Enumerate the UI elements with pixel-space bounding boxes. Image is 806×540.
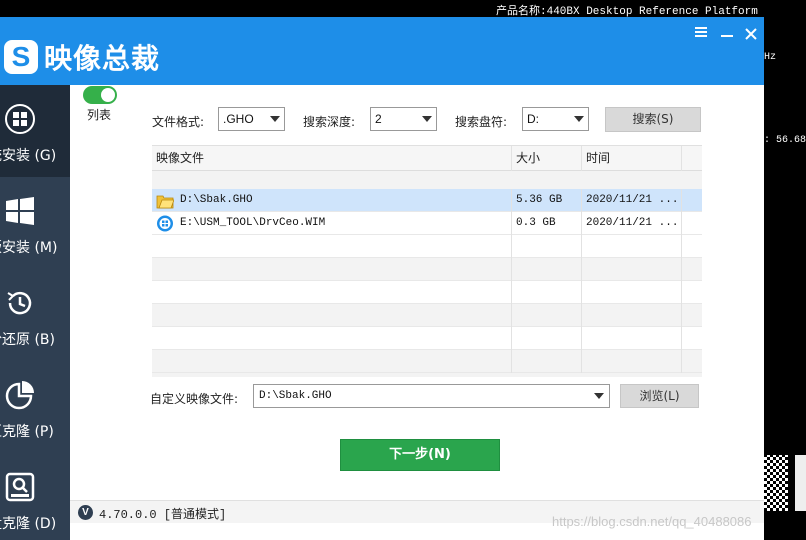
- logo-s-icon: S: [4, 40, 38, 74]
- minimize-icon[interactable]: [716, 25, 738, 44]
- windows-tiles-icon: [6, 197, 34, 225]
- watermark-text: https://blog.csdn.net/qq_40488086: [552, 514, 752, 529]
- depth-select[interactable]: 2: [370, 107, 437, 131]
- drive-select[interactable]: D:: [522, 107, 589, 131]
- column-header-time[interactable]: 时间: [582, 146, 682, 171]
- wim-file-icon: [157, 215, 173, 232]
- list-view-toggle[interactable]: [83, 86, 117, 104]
- next-step-button[interactable]: 下一步(N): [340, 439, 500, 471]
- desktop-ghz-text: Hz: [764, 52, 777, 63]
- desktop-product-text: 产品名称:440BX Desktop Reference Platform: [496, 6, 758, 18]
- sidebar-item-disk-clone[interactable]: 盘克隆 (D): [0, 453, 70, 540]
- sidebar-item-backup-restore[interactable]: 份还原 (B): [0, 269, 70, 361]
- format-select[interactable]: .GHO: [218, 107, 285, 131]
- chevron-down-icon: [594, 393, 604, 399]
- browse-button[interactable]: 浏览(L): [620, 384, 699, 408]
- sidebar-item-label: 盘克隆 (D): [0, 516, 57, 532]
- sidebar-item-original-install[interactable]: 版安装 (M): [0, 177, 70, 269]
- sidebar-item-system-install[interactable]: 统安装 (G): [0, 85, 70, 177]
- title-bar: S 映像总裁: [0, 17, 764, 85]
- version-icon: V: [78, 505, 93, 520]
- sidebar-item-label: 版安装 (M): [0, 240, 58, 256]
- sidebar-item-label: 区克隆 (P): [0, 424, 54, 440]
- table-row[interactable]: D:\Sbak.GHO 5.36 GB 2020/11/21 ...: [152, 189, 702, 212]
- table-row-empty: [152, 235, 702, 258]
- version-text: 4.70.0.0 [普通模式]: [99, 508, 227, 522]
- row-file: E:\USM_TOOL\DrvCeo.WIM: [176, 212, 512, 235]
- windows-logo-circle-icon: [5, 104, 35, 134]
- toggle-knob: [101, 88, 115, 102]
- row-file: D:\Sbak.GHO: [176, 189, 512, 212]
- restore-clock-icon: [7, 291, 32, 315]
- sidebar: 统安装 (G) 版安装 (M) 份还原 (B) 区克隆 (P): [0, 85, 70, 540]
- table-row-empty: [152, 258, 702, 281]
- row-size: 0.3 GB: [512, 212, 582, 235]
- ghost-file-icon: [156, 195, 174, 209]
- qr-code-image-partial: [795, 455, 806, 511]
- menu-icon[interactable]: [690, 25, 712, 44]
- sidebar-item-label: 统安装 (G): [0, 148, 57, 164]
- chevron-down-icon: [422, 116, 432, 122]
- row-time: 2020/11/21 ...: [582, 189, 682, 212]
- chevron-down-icon: [574, 116, 584, 122]
- drive-label: 搜索盘符:: [455, 115, 508, 129]
- close-icon[interactable]: [740, 25, 762, 46]
- table-header: 映像文件 大小 时间: [152, 146, 702, 171]
- app-title: 映像总裁: [44, 42, 161, 75]
- custom-image-value: D:\Sbak.GHO: [259, 390, 332, 402]
- chevron-down-icon: [270, 116, 280, 122]
- row-size: 5.36 GB: [512, 189, 582, 212]
- search-button[interactable]: 搜索(S): [605, 107, 701, 132]
- qr-code-image: [764, 455, 788, 511]
- row-time: 2020/11/21 ...: [582, 212, 682, 235]
- format-label: 文件格式:: [152, 115, 205, 129]
- custom-image-combobox[interactable]: D:\Sbak.GHO: [253, 384, 610, 408]
- format-select-value: .GHO: [223, 112, 254, 126]
- table-row-empty: [152, 327, 702, 350]
- table-row-empty: [152, 304, 702, 327]
- table-row[interactable]: E:\USM_TOOL\DrvCeo.WIM 0.3 GB 2020/11/21…: [152, 212, 702, 235]
- sidebar-item-partition-clone[interactable]: 区克隆 (P): [0, 361, 70, 453]
- toggle-label: 列表: [87, 108, 112, 122]
- sidebar-item-label: 份还原 (B): [0, 332, 55, 348]
- app-logo: S 映像总裁: [4, 37, 160, 77]
- disk-search-icon: [5, 472, 35, 502]
- column-header-file[interactable]: 映像文件: [152, 146, 512, 171]
- depth-label: 搜索深度:: [303, 115, 356, 129]
- table-row-empty: [152, 281, 702, 304]
- desktop-value-text: : 56.68: [764, 135, 806, 146]
- image-file-table: 映像文件 大小 时间 D:\Sbak.GHO 5.36 GB 2020/11/2…: [152, 145, 702, 377]
- custom-image-label: 自定义映像文件:: [150, 392, 239, 406]
- column-header-size[interactable]: 大小: [512, 146, 582, 171]
- depth-select-value: 2: [375, 112, 382, 126]
- partition-pie-icon: [5, 381, 34, 410]
- table-row-empty: [152, 350, 702, 373]
- drive-select-value: D:: [527, 112, 539, 126]
